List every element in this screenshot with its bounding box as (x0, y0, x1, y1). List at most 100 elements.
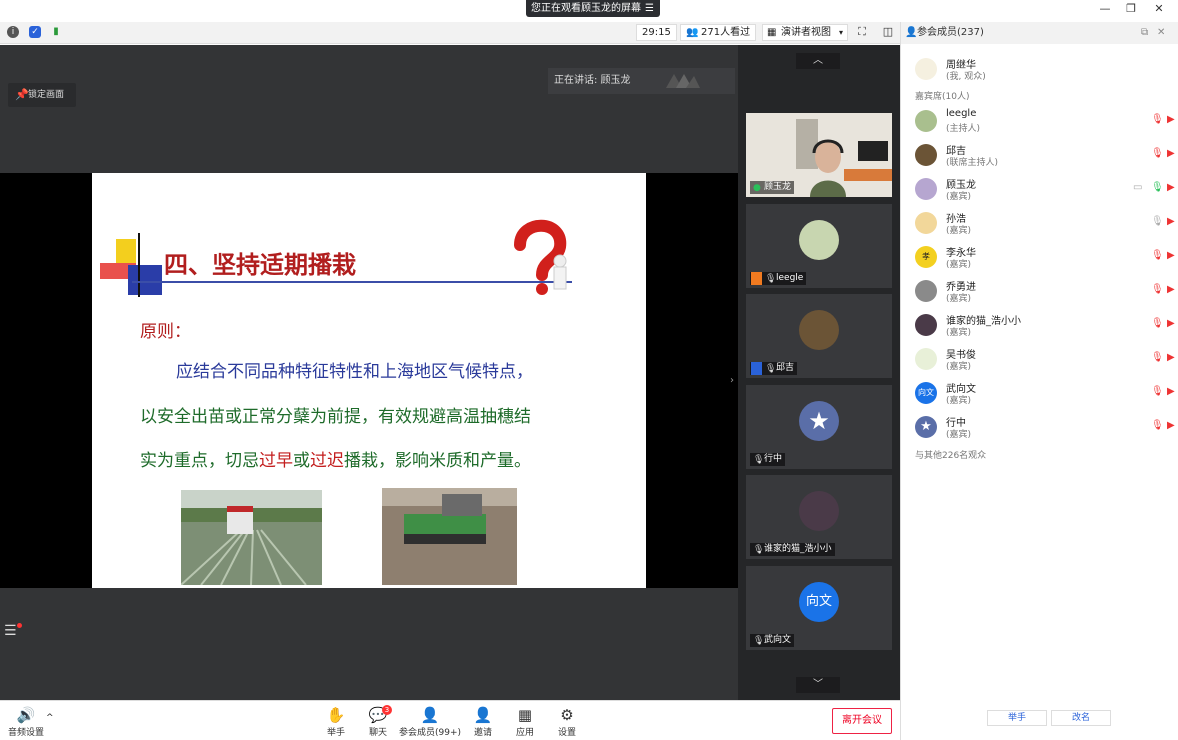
pin-icon: 📌 (15, 88, 29, 101)
camera-off-icon: ▶ (1167, 250, 1175, 261)
shared-screen: 四、坚持适期播栽 原则： 应结合不同品种特征特性和上海地区气候特点， 以安全出苗… (0, 173, 738, 588)
avatar (915, 178, 937, 200)
tile-name: leegle (776, 273, 804, 283)
apps-button[interactable]: ▦ 应用 (502, 705, 548, 738)
other-viewers-label[interactable]: 与其他226名观众 (915, 448, 986, 461)
main-video-stage: 📌 锁定画面 正在讲话: 顾玉龙 四、坚持适期播栽 原则： 应结合不同品种特征特… (0, 45, 738, 700)
chat-icon: 💬 (368, 706, 388, 724)
members-label: 参会成员(99+) (398, 728, 462, 738)
presentation-slide: 四、坚持适期播栽 原则： 应结合不同品种特征特性和上海地区气候特点， 以安全出苗… (92, 173, 646, 588)
member-item[interactable]: leegle (主持人) 🎙 ▶ (901, 104, 1178, 138)
slide-deco-blue (128, 265, 162, 295)
tile-label: ● 顾玉龙 (750, 181, 795, 194)
star-avatar-icon: ★ (799, 401, 839, 441)
menu-icon[interactable]: ☰ (645, 0, 654, 17)
star-avatar-icon: ★ (915, 416, 937, 438)
video-tile[interactable]: 🎙 leegle (746, 204, 892, 288)
members-button[interactable]: 👤 参会成员(99+) (398, 705, 462, 738)
member-item[interactable]: 向文 武向文 (嘉宾) 🎙 ▶ (901, 376, 1178, 410)
member-item[interactable]: ★ 行中 (嘉宾) 🎙 ▶ (901, 410, 1178, 444)
slide-line-3-part-c: 或 (293, 451, 310, 471)
rename-button[interactable]: 改名 (1051, 710, 1111, 726)
popout-icon[interactable]: ⧉ (1141, 22, 1148, 44)
member-item[interactable]: 谁家的猫_浩小小 (嘉宾) 🎙 ▶ (901, 308, 1178, 342)
mic-muted-icon: 🎙 (1151, 420, 1164, 431)
maximize-icon[interactable]: ❐ (1124, 2, 1138, 16)
slide-title: 四、坚持适期播栽 (164, 250, 356, 279)
slide-deco-line (138, 233, 140, 297)
member-item[interactable]: 顾玉龙 (嘉宾) ▭ 🎙 ▶ (901, 172, 1178, 206)
fullscreen-icon[interactable]: ⛶ (856, 26, 868, 38)
video-tile[interactable]: 向文 🎙 武向文 (746, 566, 892, 650)
member-item[interactable]: 乔勇进 (嘉宾) 🎙 ▶ (901, 274, 1178, 308)
viewers-count[interactable]: 👥 271人看过 (680, 24, 757, 41)
member-name: leegle (946, 108, 977, 119)
window-titlebar: 您正在观看顾玉龙的屏幕 ☰ — ❐ ✕ (0, 0, 1178, 20)
screen-share-badge[interactable]: 您正在观看顾玉龙的屏幕 ☰ (526, 0, 660, 17)
gear-icon: ⚙ (560, 706, 574, 724)
member-item[interactable]: 吴书俊 (嘉宾) 🎙 ▶ (901, 342, 1178, 376)
raise-hand-button[interactable]: ✋ 举手 (313, 705, 359, 738)
host-icon (751, 272, 762, 285)
invite-button[interactable]: 👤 邀请 (460, 705, 506, 738)
tile-label: 🎙 leegle (750, 272, 807, 285)
avatar: 孝 (915, 246, 937, 268)
scroll-down-button[interactable]: ﹀ (796, 677, 840, 693)
chat-button[interactable]: 💬 3 聊天 (355, 705, 401, 738)
screen-share-icon: ▭ (1133, 182, 1143, 193)
member-role: (嘉宾) (946, 396, 972, 406)
mic-muted-icon: 🎙 (1151, 114, 1164, 125)
sidebar-toggle-icon[interactable]: ◫ (882, 26, 894, 38)
close-icon[interactable]: ✕ (1152, 2, 1166, 16)
tile-name: 顾玉龙 (764, 182, 792, 192)
tile-label: 🎙 邱吉 (750, 362, 798, 375)
lock-view-button[interactable]: 📌 锁定画面 (8, 83, 76, 107)
member-item[interactable]: 孙浩 (嘉宾) 🎙 ▶ (901, 206, 1178, 240)
video-tile[interactable]: ● 顾玉龙 (746, 113, 892, 197)
tile-label: 🎙 谁家的猫_浩小小 (750, 543, 835, 556)
chevron-up-icon[interactable]: ^ (46, 713, 54, 723)
video-tile[interactable]: ★ 🎙 行中 (746, 385, 892, 469)
speaking-indicator: 正在讲话: 顾玉龙 (548, 68, 735, 94)
member-item[interactable]: 孝 李永华 (嘉宾) 🎙 ▶ (901, 240, 1178, 274)
settings-button[interactable]: ⚙ 设置 (544, 705, 590, 738)
avatar (799, 491, 839, 531)
avatar (915, 58, 937, 80)
slide-line-2: 以安全出苗或正常分蘖为前提，有效规避高温抽穗结 (140, 407, 531, 427)
member-item-self[interactable]: 周继华 (我, 观众) (901, 52, 1178, 86)
question-mark-figure-icon (514, 219, 567, 295)
chevron-right-icon[interactable]: › (730, 375, 734, 386)
avatar (915, 348, 937, 370)
slide-principle-label: 原则： (140, 322, 191, 342)
video-tile[interactable]: 🎙 邱吉 (746, 294, 892, 378)
members-panel: 👤 参会成员(237) ⧉ ✕ 周继华 (我, 观众) 嘉宾席(10人) lee… (900, 22, 1178, 740)
scroll-up-button[interactable]: ︿ (796, 53, 840, 69)
slide-line-3-part-e: 播栽，影响米质和产量。 (344, 451, 531, 471)
minimize-icon[interactable]: — (1098, 2, 1112, 16)
video-tile[interactable]: 🎙 谁家的猫_浩小小 (746, 475, 892, 559)
view-mode-select[interactable]: ▦ 演讲者视图 ▾ (762, 24, 848, 41)
tile-name: 行中 (764, 454, 783, 464)
chat-label: 聊天 (368, 728, 387, 738)
list-menu-icon[interactable]: ☰ (4, 623, 24, 643)
mic-muted-icon: 🎙 (1151, 386, 1164, 397)
member-role: (嘉宾) (946, 260, 972, 270)
slide-deco-yellow (116, 239, 136, 263)
close-panel-icon[interactable]: ✕ (1157, 22, 1165, 44)
leave-meeting-button[interactable]: 离开会议 (832, 708, 892, 734)
members-panel-title: 参会成员(237) (917, 27, 984, 38)
meeting-timer: 29:15 (636, 24, 677, 41)
audio-settings-button[interactable]: 🔊 音频设置 (2, 705, 50, 738)
mic-muted-icon: 🎙 (1151, 148, 1164, 159)
raise-hand-panel-button[interactable]: 举手 (987, 710, 1047, 726)
shield-icon[interactable]: ✓ (29, 26, 41, 38)
person-icon: 👤 (905, 27, 918, 38)
signal-icon[interactable]: ▮ (50, 26, 62, 38)
member-role: (主持人) (946, 124, 981, 134)
member-item[interactable]: 邱吉 (联席主持人) 🎙 ▶ (901, 138, 1178, 172)
tile-name: 谁家的猫_浩小小 (764, 544, 832, 554)
apps-icon: ▦ (517, 706, 533, 724)
member-role: (嘉宾) (946, 362, 972, 372)
info-icon[interactable]: i (7, 26, 19, 38)
participant-video-column: ︿ ● 顾玉龙 🎙 leegle 🎙 邱吉 ★ 🎙 行中 🎙 谁家的猫_浩小小 向文 🎙 武… (738, 45, 900, 700)
